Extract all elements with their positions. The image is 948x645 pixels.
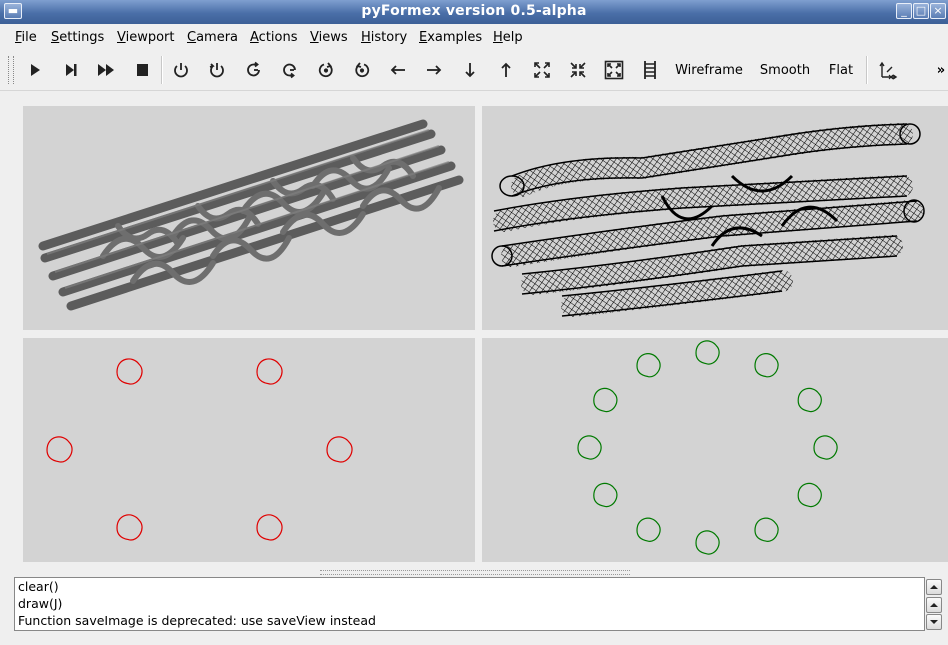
rotate-down-icon[interactable] xyxy=(277,57,303,83)
rotate-ccw-icon[interactable] xyxy=(313,57,339,83)
zoom-in-icon[interactable] xyxy=(529,57,555,83)
cross-section-loop xyxy=(754,517,779,542)
menu-bar: File Settings Viewport Camera Actions Vi… xyxy=(0,25,948,49)
cross-section-loop xyxy=(636,517,661,542)
cross-section-loop xyxy=(326,436,353,463)
window-title: pyFormex version 0.5-alpha xyxy=(361,3,587,19)
smooth-button[interactable]: Smooth xyxy=(756,57,814,83)
zoom-all-icon[interactable] xyxy=(601,57,627,83)
stop-icon[interactable] xyxy=(129,57,155,83)
rotate-up-icon[interactable] xyxy=(241,57,267,83)
wireframe-stent-drawing xyxy=(491,123,925,317)
smooth-stent-drawing xyxy=(38,119,464,311)
rotate-left-icon[interactable] xyxy=(168,57,194,83)
smooth-stent-viewport[interactable] xyxy=(23,106,475,330)
cross-section-loop xyxy=(116,514,143,541)
toolbar-grip[interactable] xyxy=(8,56,14,84)
wireframe-stent-viewport[interactable] xyxy=(482,106,948,330)
green-cross-section-viewport[interactable] xyxy=(482,338,948,562)
menu-file[interactable]: File xyxy=(15,30,37,45)
menu-viewport[interactable]: Viewport xyxy=(117,30,175,45)
flat-button[interactable]: Flat xyxy=(825,57,857,83)
console-scrollbar[interactable] xyxy=(925,577,943,631)
splitter-handle[interactable] xyxy=(320,570,630,575)
console-line: clear() xyxy=(18,579,59,594)
reset-view-icon[interactable] xyxy=(875,57,901,83)
zoom-out-icon[interactable] xyxy=(565,57,591,83)
cross-section-loop xyxy=(46,436,73,463)
cross-section-loop xyxy=(695,340,720,365)
cross-section-loop xyxy=(577,435,602,460)
cross-section-loop xyxy=(256,514,283,541)
red-cross-section-drawing xyxy=(46,358,353,541)
toolbar: Wireframe Smooth Flat » xyxy=(0,50,948,91)
continue-icon[interactable] xyxy=(93,57,119,83)
cross-section-loop xyxy=(813,435,838,460)
menu-help[interactable]: Help xyxy=(493,30,523,45)
cross-section-loop xyxy=(797,387,822,413)
rotate-right-icon[interactable] xyxy=(204,57,230,83)
close-icon[interactable]: × xyxy=(930,3,946,19)
pan-left-icon[interactable] xyxy=(385,57,411,83)
red-cross-section-viewport[interactable] xyxy=(23,338,475,562)
pan-up-icon[interactable] xyxy=(493,57,519,83)
maximize-icon[interactable]: □ xyxy=(913,3,929,19)
menu-views[interactable]: Views xyxy=(310,30,348,45)
play-icon[interactable] xyxy=(22,57,48,83)
menu-examples[interactable]: Examples xyxy=(419,30,482,45)
wireframe-button[interactable]: Wireframe xyxy=(674,57,744,83)
green-cross-section-drawing xyxy=(577,340,838,555)
message-console[interactable]: clear() draw(J) Function saveImage is de… xyxy=(14,577,925,631)
console-line: Function saveImage is deprecated: use sa… xyxy=(18,613,376,628)
cross-section-loop xyxy=(797,482,822,508)
minimize-icon[interactable]: _ xyxy=(896,3,912,19)
rotate-cw-icon[interactable] xyxy=(349,57,375,83)
step-icon[interactable] xyxy=(58,57,84,83)
cross-section-loop xyxy=(695,530,720,555)
menu-camera[interactable]: Camera xyxy=(187,30,238,45)
menu-history[interactable]: History xyxy=(361,30,407,45)
title-bar[interactable]: ▬ pyFormex version 0.5-alpha _ □ × xyxy=(0,0,948,24)
cross-section-loop xyxy=(593,387,618,413)
frame-icon[interactable] xyxy=(637,57,663,83)
cross-section-loop xyxy=(636,353,661,378)
cross-section-loop xyxy=(593,482,618,508)
menu-settings[interactable]: Settings xyxy=(51,30,104,45)
toolbar-overflow-button[interactable]: » xyxy=(934,57,948,83)
canvas-area xyxy=(0,91,948,569)
console-line: draw(J) xyxy=(18,596,63,611)
scroll-page-icon[interactable] xyxy=(926,597,942,613)
cross-section-loop xyxy=(256,358,283,385)
pan-down-icon[interactable] xyxy=(457,57,483,83)
cross-section-loop xyxy=(116,358,143,385)
cross-section-loop xyxy=(754,353,779,378)
menu-actions[interactable]: Actions xyxy=(250,30,298,45)
status-bar xyxy=(0,636,948,645)
scroll-up-icon[interactable] xyxy=(926,579,942,595)
scroll-down-icon[interactable] xyxy=(926,614,942,630)
pan-right-icon[interactable] xyxy=(421,57,447,83)
